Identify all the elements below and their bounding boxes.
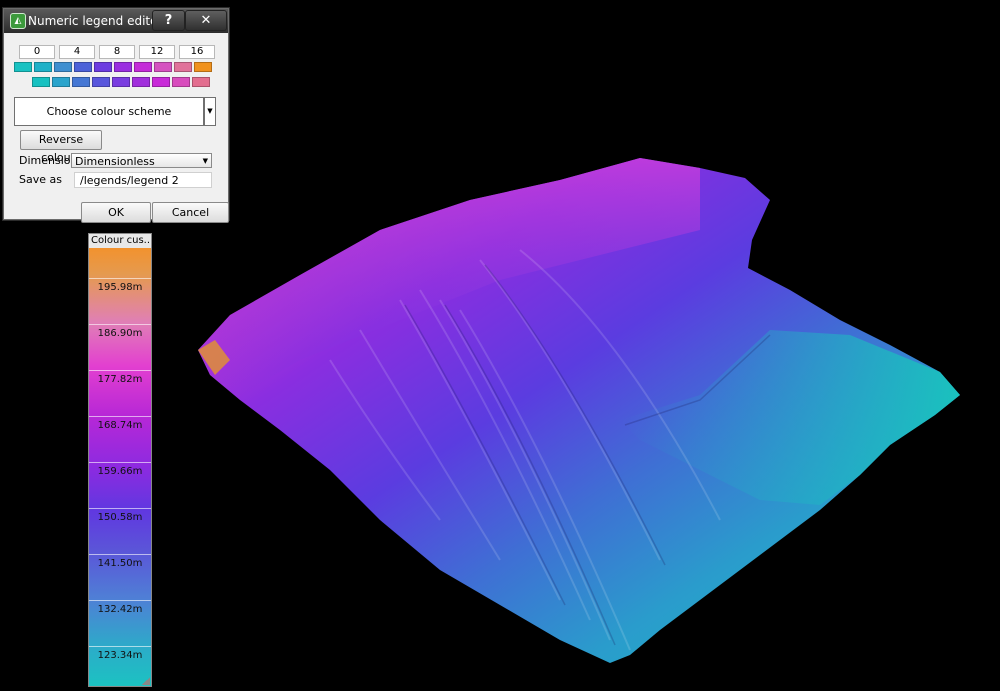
choose-colour-scheme-button[interactable]: Choose colour scheme — [14, 97, 204, 126]
dimension-value: Dimensionless — [75, 155, 155, 168]
colour-swatch-bottom-3[interactable] — [92, 77, 110, 87]
colour-swatch-top-4[interactable] — [94, 62, 112, 72]
resize-grip-icon[interactable] — [142, 677, 150, 685]
cancel-button[interactable]: Cancel — [152, 202, 229, 223]
legend-tick-line — [89, 646, 151, 647]
legend-value-label: 159.66m — [97, 466, 143, 477]
legend-colour-bar: 195.98m 186.90m 177.82m 168.74m 159.66m 150.5… — [89, 248, 151, 686]
chevron-down-icon: ▼ — [202, 157, 208, 165]
dialog-titlebar[interactable]: ◭ Numeric legend editor ? ✕ — [4, 9, 228, 33]
tick-0[interactable]: 0 — [19, 45, 55, 59]
tick-16[interactable]: 16 — [179, 45, 215, 59]
colour-swatch-top-1[interactable] — [34, 62, 52, 72]
save-as-input[interactable]: /legends/legend 2 — [74, 172, 212, 188]
tick-8[interactable]: 8 — [99, 45, 135, 59]
legend-ticks: 0 4 8 12 16 — [12, 45, 218, 59]
colour-swatch-bottom-6[interactable] — [152, 77, 170, 87]
app-logo-icon: ◭ — [10, 13, 26, 29]
colour-swatch-top-2[interactable] — [54, 62, 72, 72]
tick-4[interactable]: 4 — [59, 45, 95, 59]
legend-title: Colour cus... — [89, 234, 151, 248]
legend-value-label: 150.58m — [97, 512, 143, 523]
legend-value-label: 123.34m — [97, 650, 143, 661]
legend-tick-line — [89, 508, 151, 509]
legend-tick-line — [89, 462, 151, 463]
colour-swatch-top-5[interactable] — [114, 62, 132, 72]
colour-legend-panel[interactable]: Colour cus... 195.98m 186.90m 177.82m 168.7… — [88, 233, 152, 687]
tick-12[interactable]: 12 — [139, 45, 175, 59]
colour-scheme-dropdown-arrow[interactable]: ▼ — [204, 97, 216, 126]
colour-swatch-bottom-7[interactable] — [172, 77, 190, 87]
close-button[interactable]: ✕ — [185, 10, 227, 31]
colour-swatch-bottom-0[interactable] — [32, 77, 50, 87]
colour-swatch-top-7[interactable] — [154, 62, 172, 72]
legend-value-label: 141.50m — [97, 558, 143, 569]
colour-swatch-top-3[interactable] — [74, 62, 92, 72]
dimension-label: Dimension — [19, 154, 78, 167]
legend-value-label: 186.90m — [97, 328, 143, 339]
ok-button[interactable]: OK — [81, 202, 151, 223]
legend-tick-line — [89, 278, 151, 279]
colour-swatch-bottom-2[interactable] — [72, 77, 90, 87]
legend-value-label: 177.82m — [97, 374, 143, 385]
colour-swatch-top-8[interactable] — [174, 62, 192, 72]
legend-value-label: 132.42m — [97, 604, 143, 615]
help-button[interactable]: ? — [152, 10, 185, 31]
legend-value-label: 168.74m — [97, 420, 143, 431]
colour-swatch-bottom-5[interactable] — [132, 77, 150, 87]
colour-swatches-top-row — [12, 62, 218, 72]
dimension-select[interactable]: Dimensionless ▼ — [71, 153, 212, 168]
colour-swatch-top-0[interactable] — [14, 62, 32, 72]
legend-tick-line — [89, 324, 151, 325]
numeric-legend-editor-dialog: ◭ Numeric legend editor ? ✕ 0 4 8 12 16 … — [3, 8, 229, 223]
colour-swatch-bottom-4[interactable] — [112, 77, 130, 87]
legend-tick-line — [89, 600, 151, 601]
dialog-title: Numeric legend editor — [28, 14, 163, 28]
save-as-label: Save as — [19, 173, 62, 186]
reverse-colours-button[interactable]: Reverse colours — [20, 130, 102, 164]
legend-tick-line — [89, 370, 151, 371]
colour-swatch-bottom-8[interactable] — [192, 77, 210, 87]
colour-swatches-bottom-row — [12, 77, 218, 87]
colour-swatch-top-6[interactable] — [134, 62, 152, 72]
legend-tick-line — [89, 416, 151, 417]
colour-swatch-top-9[interactable] — [194, 62, 212, 72]
legend-value-label: 195.98m — [97, 282, 143, 293]
colour-swatch-bottom-1[interactable] — [52, 77, 70, 87]
legend-tick-line — [89, 554, 151, 555]
